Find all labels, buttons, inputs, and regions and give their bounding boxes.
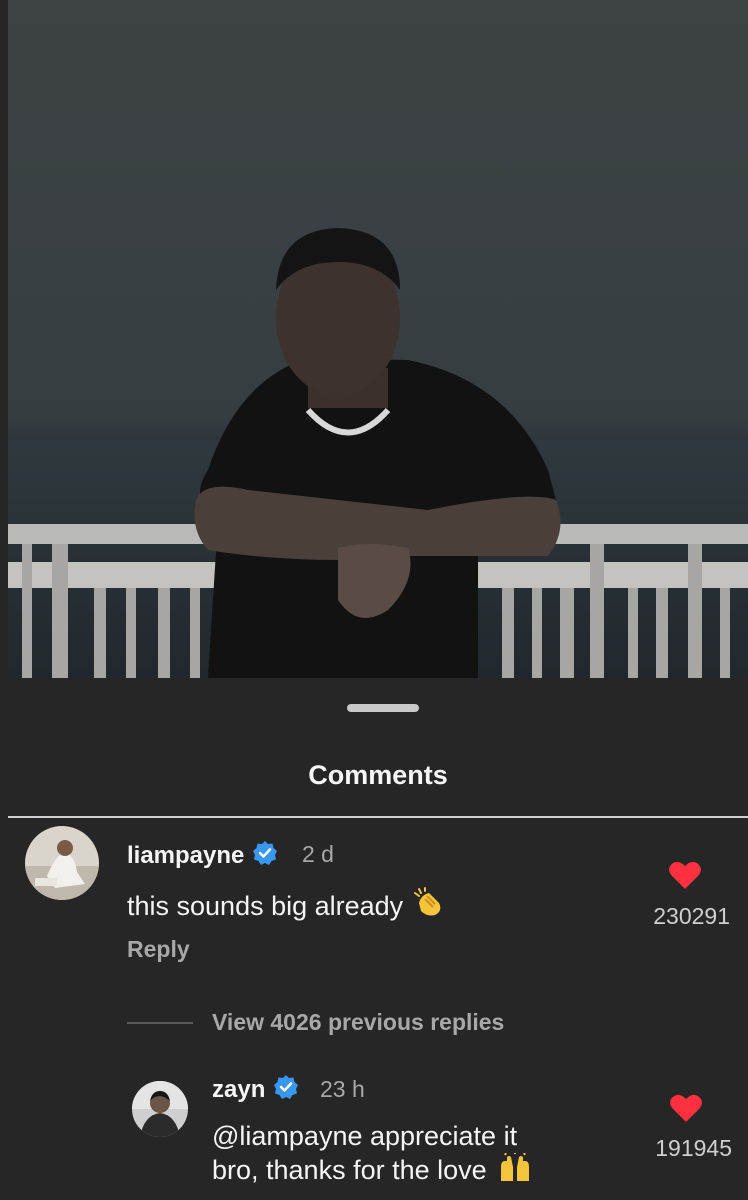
comments-sheet: Comments liampayne 2 d this sounds big a…: [8, 678, 748, 1200]
avatar[interactable]: [25, 826, 99, 900]
view-previous-replies-button[interactable]: View 4026 previous replies: [212, 1009, 504, 1036]
reply-text-line-2: bro, thanks for the love: [212, 1155, 487, 1185]
comment-text: this sounds big already: [127, 887, 447, 923]
app-frame: Comments liampayne 2 d this sounds big a…: [8, 0, 748, 1200]
reply-timestamp: 23 h: [320, 1076, 365, 1102]
like-heart-icon[interactable]: [668, 860, 702, 890]
like-count: 191945: [655, 1135, 732, 1161]
video-frame-image: [8, 228, 748, 678]
comment-body: this sounds big already: [127, 891, 404, 921]
reply-username-text[interactable]: zayn: [212, 1076, 265, 1103]
reply-button[interactable]: Reply: [127, 936, 190, 963]
reply-username[interactable]: zayn: [212, 1074, 299, 1104]
verified-badge-icon: [253, 841, 278, 865]
reply-text: @liampayne appreciate it bro, thanks for…: [212, 1120, 533, 1187]
raising-hands-icon: [500, 1153, 529, 1181]
drag-handle[interactable]: [347, 704, 419, 712]
video-player[interactable]: [8, 0, 748, 678]
comment-timestamp: 2 d: [302, 841, 334, 867]
clapping-hands-icon: [414, 887, 441, 916]
like-heart-icon[interactable]: [669, 1093, 703, 1123]
verified-badge-icon: [274, 1075, 299, 1099]
replies-divider-line: [127, 1022, 193, 1024]
reply-text-line-2-wrap: bro, thanks for the love: [212, 1153, 533, 1187]
avatar[interactable]: [132, 1081, 188, 1137]
comments-title: Comments: [308, 760, 448, 790]
comment-username[interactable]: liampayne: [127, 840, 278, 870]
like-count: 230291: [653, 903, 730, 929]
reply-text-line-1: @liampayne appreciate it: [212, 1121, 518, 1151]
divider: [8, 816, 748, 818]
comment-username-text[interactable]: liampayne: [127, 842, 244, 869]
